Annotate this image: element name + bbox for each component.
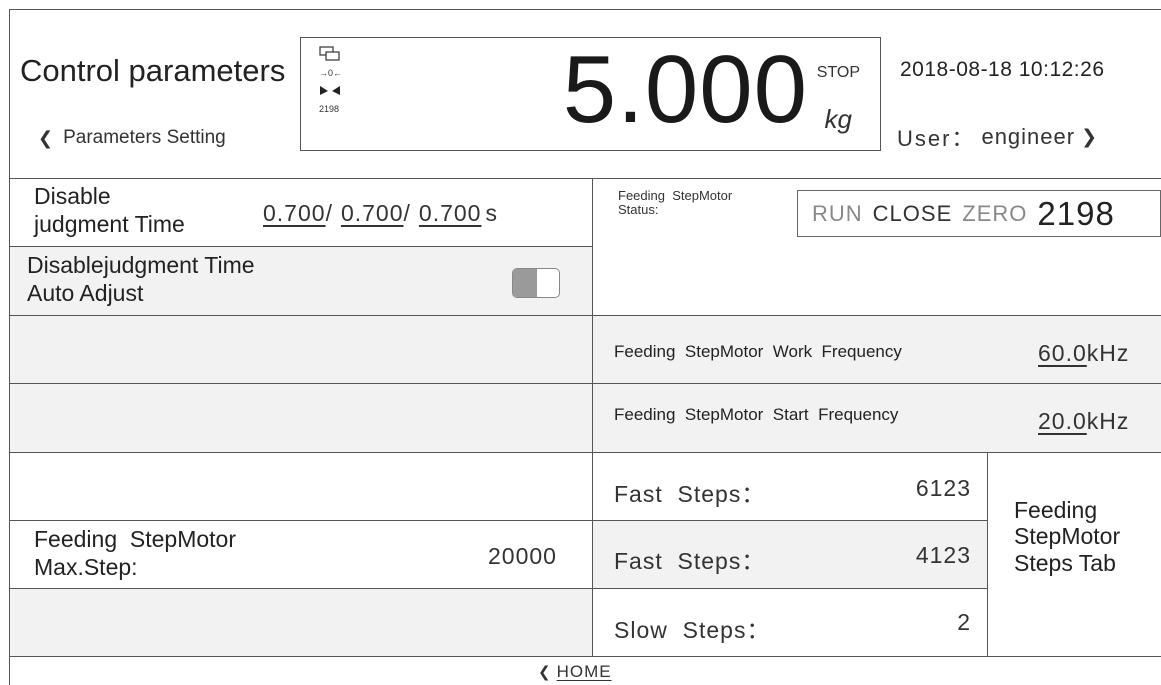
user-label: User： <box>897 126 976 151</box>
monitor-icon <box>319 46 340 61</box>
divider <box>9 656 1161 657</box>
parameters-setting-link[interactable]: ❮ Parameters Setting <box>38 127 226 149</box>
page-title: Control parameters <box>20 53 286 88</box>
user-name: engineer <box>981 124 1076 149</box>
unit-label: kg <box>824 104 852 134</box>
back-label: Parameters Setting <box>63 127 226 148</box>
divider <box>9 178 1161 179</box>
datetime: 2018-08-18 10:12:26 <box>900 58 1105 81</box>
disable-time-value-2[interactable]: 0.700 <box>341 200 404 227</box>
disable-time-value-1[interactable]: 0.700 <box>263 200 326 227</box>
max-step-label: Feeding StepMotor Max.Step: <box>34 526 237 581</box>
auto-adjust-label: Disablejudgment Time Auto Adjust <box>27 252 255 307</box>
state-label: STOP <box>816 64 860 81</box>
max-step-value[interactable]: 20000 <box>488 543 557 570</box>
stable-icon <box>320 86 340 95</box>
start-freq-label: Feeding StepMotor Start Frequency <box>614 405 899 424</box>
divider <box>9 246 592 247</box>
disable-time-label: Disable judgment Time <box>34 183 185 238</box>
divider <box>9 588 987 589</box>
fast-steps-value[interactable]: 6123 <box>916 475 971 502</box>
divider <box>9 520 987 521</box>
weight-value: 5.000 <box>562 36 808 143</box>
work-freq-value[interactable]: 60.0 <box>1038 340 1087 367</box>
divider <box>987 452 988 656</box>
zero-icon: →0← <box>319 68 343 78</box>
weight-display: →0← 2198 5.000 STOP kg <box>300 37 881 151</box>
separator: / <box>403 200 411 226</box>
work-freq-label: Feeding StepMotor Work Frequency <box>614 342 902 361</box>
steps-tab-link[interactable]: Feeding StepMotor Steps Tab <box>1014 497 1120 576</box>
divider <box>9 315 1161 316</box>
fast-steps-label: Fast Steps： <box>614 548 766 574</box>
empty-row-bg <box>10 589 592 656</box>
fast-steps-value[interactable]: 4123 <box>916 542 971 569</box>
start-freq-unit: kHz <box>1086 408 1130 434</box>
home-label: HOME <box>556 662 612 681</box>
start-freq-value[interactable]: 20.0 <box>1038 408 1087 435</box>
disable-time-values: 0.700/ 0.700/ 0.700 s <box>263 200 498 227</box>
slow-steps-value[interactable]: 2 <box>957 609 971 636</box>
home-link[interactable]: ❮ HOME <box>538 662 612 682</box>
chevron-left-icon: ❮ <box>38 127 54 148</box>
divider <box>592 178 593 656</box>
slow-steps-label: Slow Steps： <box>614 617 771 643</box>
status-zero: ZERO <box>962 200 1028 226</box>
fast-steps-label: Fast Steps： <box>614 481 766 507</box>
status-count: 2198 <box>1037 194 1115 232</box>
mini-count: 2198 <box>319 104 340 114</box>
separator: / <box>325 200 333 226</box>
status-run: RUN <box>812 200 863 226</box>
auto-adjust-toggle[interactable] <box>512 268 560 298</box>
work-freq-unit: kHz <box>1086 340 1130 366</box>
divider <box>9 383 1161 384</box>
status-icons: →0← 2198 <box>319 46 359 114</box>
disable-time-unit: s <box>485 200 498 226</box>
chevron-right-icon: ❯ <box>1081 126 1100 148</box>
empty-row-bg <box>10 316 592 383</box>
start-freq-field: 20.0 kHz <box>1038 408 1129 435</box>
status-close: CLOSE <box>872 200 953 226</box>
work-freq-field: 60.0 kHz <box>1038 340 1129 367</box>
motor-status-box: RUN CLOSE ZERO 2198 <box>797 190 1161 237</box>
chevron-left-icon: ❮ <box>538 664 551 681</box>
empty-row-bg <box>10 384 592 452</box>
divider <box>9 452 1161 453</box>
disable-time-value-3[interactable]: 0.700 <box>419 200 482 227</box>
status-label: Feeding StepMotor Status: <box>618 188 733 217</box>
toggle-knob <box>513 269 537 297</box>
user-menu[interactable]: User： engineer ❯ <box>897 121 1099 153</box>
